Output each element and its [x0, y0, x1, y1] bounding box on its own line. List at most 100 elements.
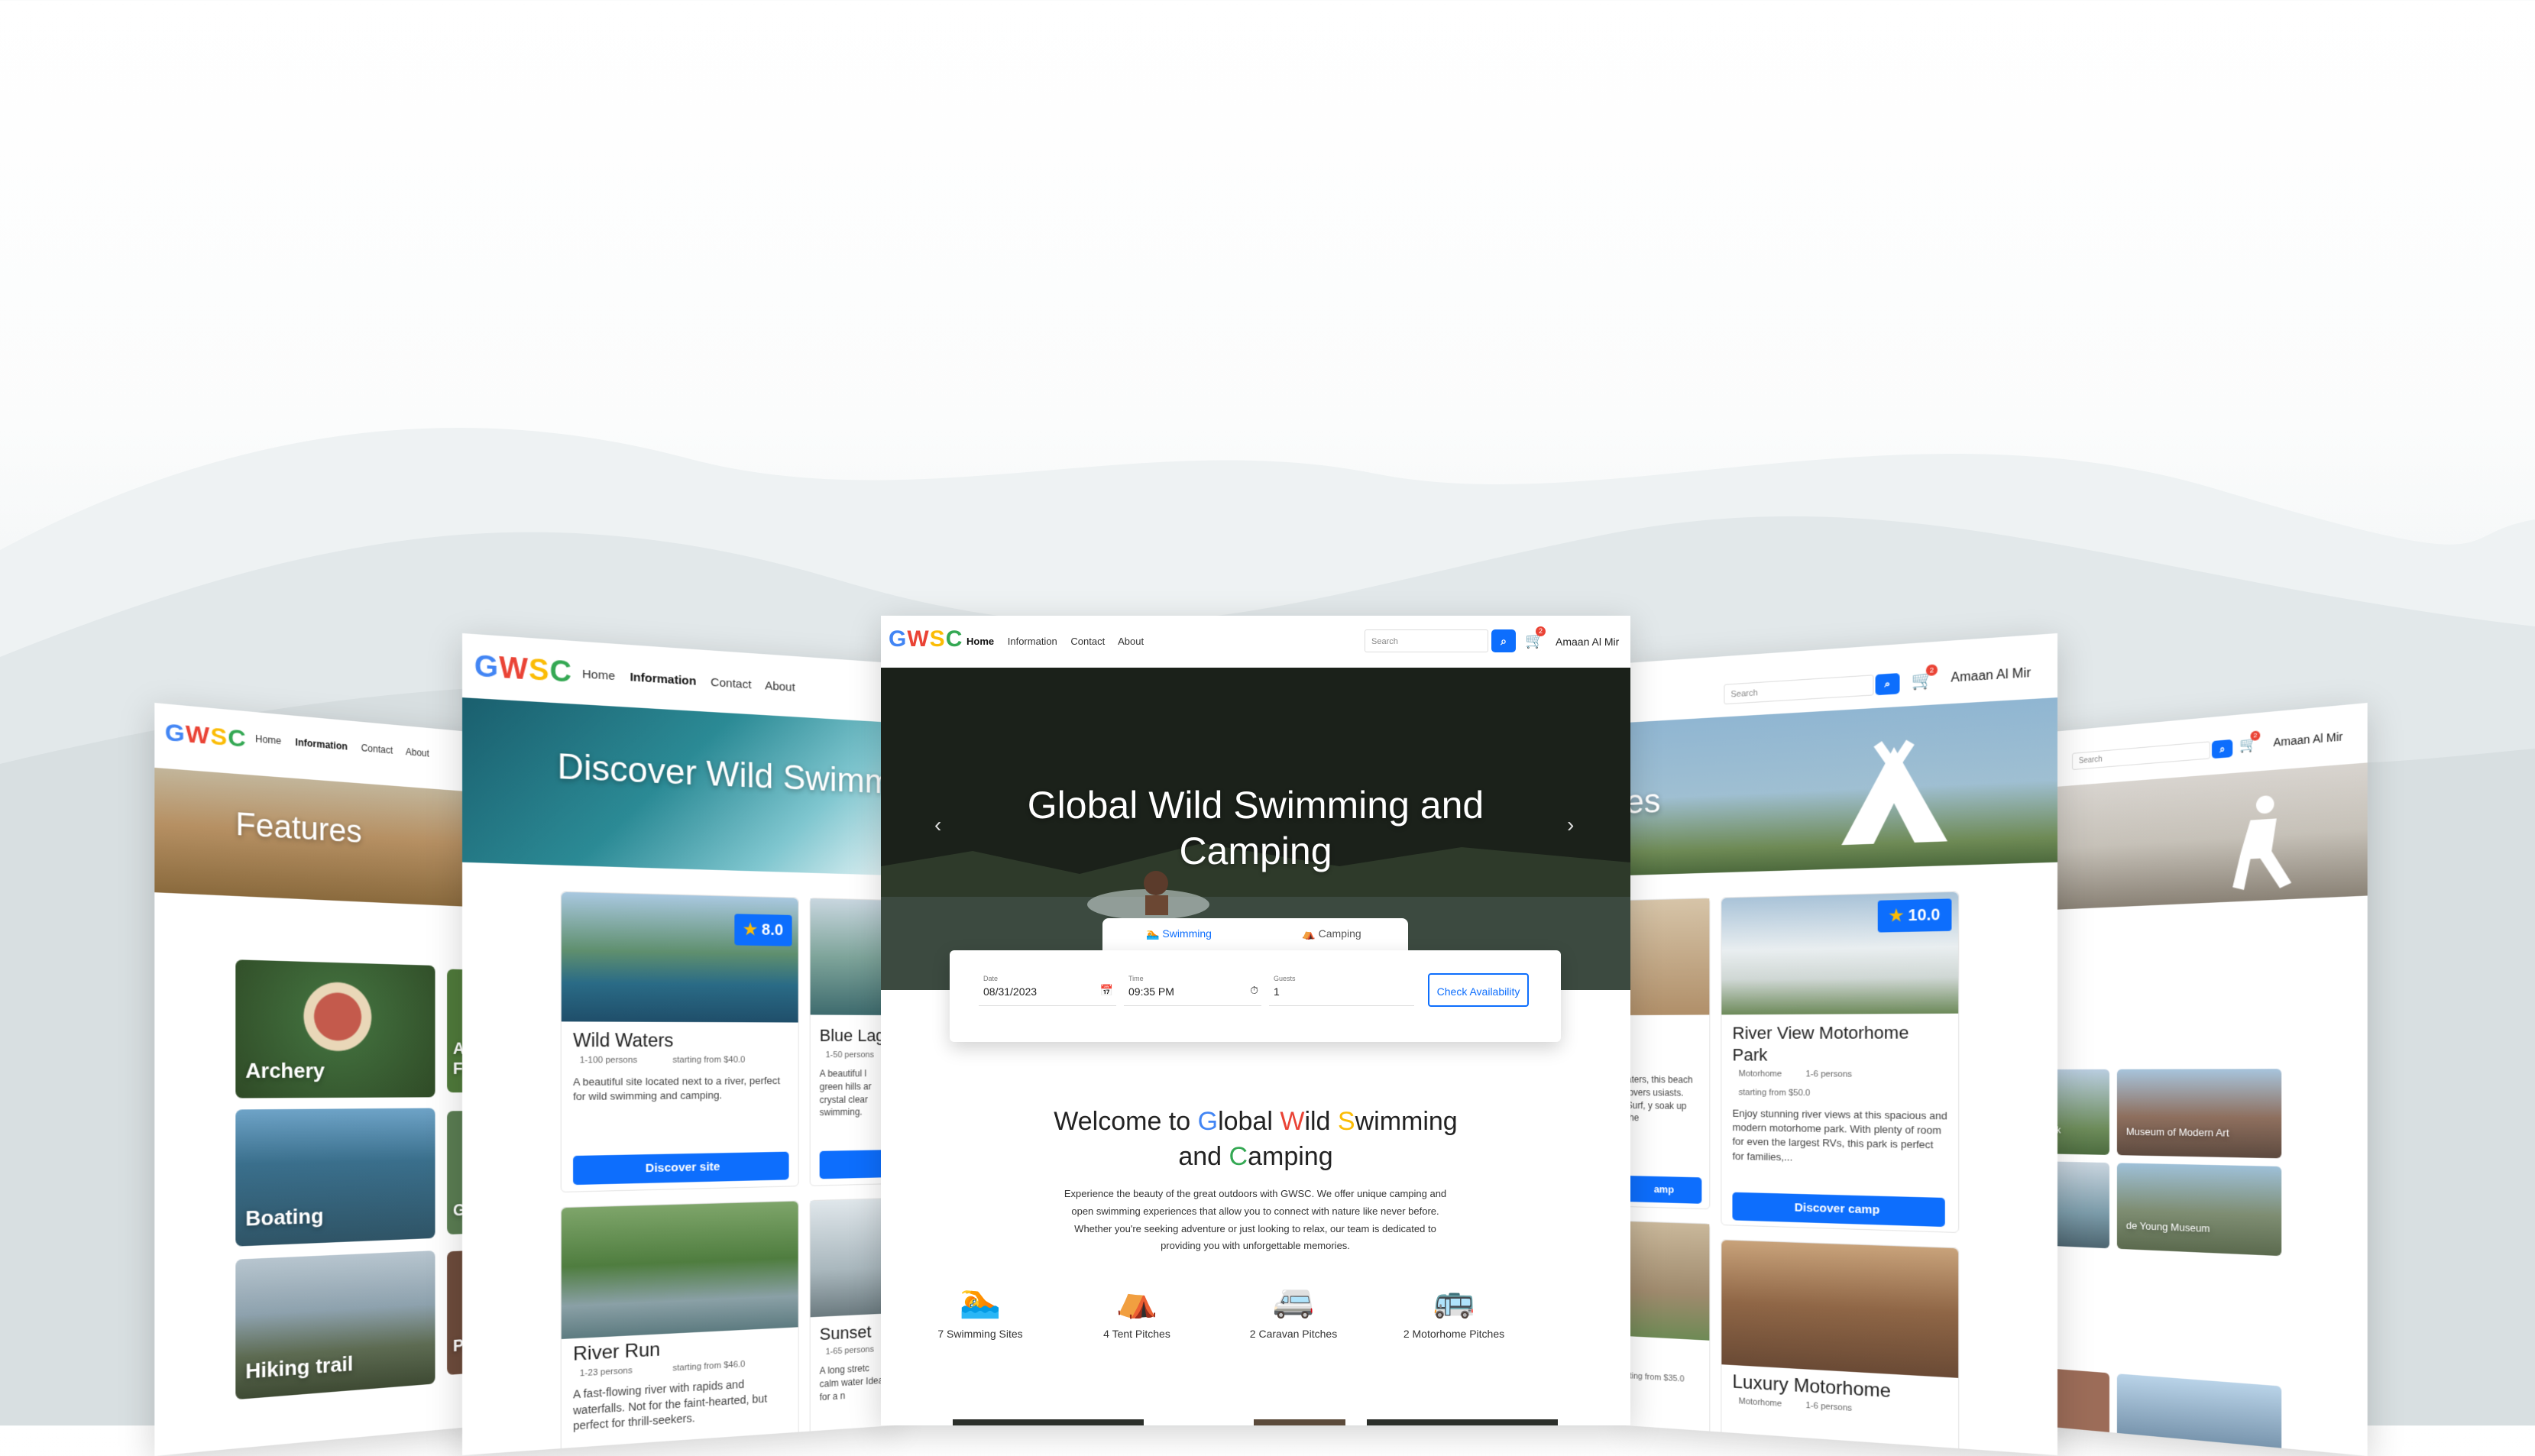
main-nav: Home Information Contact About	[255, 733, 439, 760]
camp-type: Motorhome	[1738, 1069, 1782, 1079]
bottom-image-strip	[953, 1419, 1144, 1425]
swimmer-icon: 🏊	[959, 1282, 1002, 1319]
nav-about[interactable]: About	[406, 746, 429, 759]
calendar-icon[interactable]: 📅	[1100, 984, 1113, 997]
camp-card-partial[interactable]: aters, this beach lovers usiasts. Surf, …	[1626, 898, 1711, 1210]
site-title: Wild Waters	[573, 1029, 674, 1051]
main-nav: Home Information Contact About	[966, 636, 1154, 647]
camp-card-river-view[interactable]: ★ 10.0 River View Motorhome Park Motorho…	[1721, 891, 1960, 1234]
nav-about[interactable]: About	[765, 679, 795, 694]
camp-card-luxury-motorhome[interactable]: Luxury Motorhome Motorhome 1-6 persons	[1721, 1239, 1960, 1456]
camp-price: rting from $35.0	[1626, 1371, 1685, 1384]
user-name[interactable]: Amaan Al Mir	[2273, 730, 2342, 749]
swimming-hero-image: Discover Wild Swimm	[462, 697, 894, 875]
logo[interactable]: GWSC	[474, 649, 572, 689]
camp-image	[1626, 1221, 1710, 1341]
discover-site-button[interactable]: Discover site	[573, 1151, 789, 1186]
star-icon: ★	[743, 921, 758, 939]
tab-swimming[interactable]: 🏊 Swimming	[1102, 918, 1255, 954]
hero-partial-title: es	[1626, 781, 1661, 821]
search-placeholder: Search	[1730, 688, 1758, 700]
nav-home[interactable]: Home	[255, 733, 281, 747]
nav-information[interactable]: Information	[1008, 636, 1057, 647]
discover-camp-button[interactable]: Discover camp	[1732, 1192, 1945, 1228]
amenity-swimming: 🏊 7 Swimming Sites	[904, 1280, 1057, 1340]
nav-home[interactable]: Home	[966, 636, 994, 647]
feature-tile-archery[interactable]: Archery	[235, 959, 435, 1098]
camp-price: starting from $50.0	[1738, 1088, 1811, 1098]
camp-description: aters, this beach lovers usiasts. Surf, …	[1626, 1074, 1693, 1124]
nav-information[interactable]: Information	[630, 671, 697, 688]
site-description: A long stretc calm water Ideal for a n	[819, 1362, 885, 1403]
user-name[interactable]: Amaan Al Mir	[1556, 636, 1619, 648]
swimmer-icon: 🏊	[1146, 927, 1160, 940]
time-field[interactable]: Time 09:35 PM ⏱	[1124, 972, 1261, 1006]
attractions-page-mockup: Search ⌕ 🛒 2 Amaan Al Mir e Park Museum …	[2035, 703, 2368, 1456]
search-input[interactable]: Search	[1724, 675, 1874, 705]
site-description: A beautiful l green hills ar crystal cle…	[819, 1068, 872, 1118]
bottom-image-strip	[1254, 1419, 1345, 1425]
attraction-tile-de-young[interactable]: de Young Museum	[2116, 1163, 2282, 1257]
cart-count-badge: 2	[1536, 626, 1546, 636]
nav-about[interactable]: About	[1118, 636, 1144, 647]
cart-count-badge: 2	[2250, 730, 2261, 742]
camp-persons: 1-6 persons	[1805, 1069, 1853, 1079]
search-icon: ⌕	[2219, 743, 2226, 756]
clock-icon[interactable]: ⏱	[1250, 984, 1258, 997]
bottom-image-strip	[1367, 1419, 1558, 1425]
tile-label: Archery	[245, 1058, 325, 1083]
search-input[interactable]: Search	[1365, 629, 1488, 652]
main-nav: Home Information Contact About	[582, 668, 806, 695]
camp-card-partial[interactable]: rting from $35.0	[1626, 1220, 1711, 1456]
site-persons: 1-65 persons	[825, 1344, 874, 1357]
search-button[interactable]: ⌕	[2211, 739, 2233, 759]
logo[interactable]: GWSC	[165, 719, 247, 754]
camp-title: River View Motorhome Park	[1732, 1022, 1909, 1065]
feature-tile-hiking[interactable]: Hiking trail	[235, 1251, 435, 1400]
availability-form: Date 08/31/2023 📅 Time 09:35 PM ⏱ Guests…	[950, 950, 1561, 1042]
search-button[interactable]: ⌕	[1875, 673, 1900, 696]
site-card-river-run[interactable]: River Run 1-23 persons starting from $46…	[560, 1200, 799, 1456]
features-page-mockup: GWSC Home Information Contact About Feat…	[154, 703, 487, 1456]
user-name[interactable]: Amaan Al Mir	[1951, 666, 2031, 686]
discover-camp-button[interactable]: amp	[1626, 1176, 1702, 1204]
home-page-mockup: GWSC Home Information Contact About Sear…	[881, 616, 1630, 1425]
attraction-tile-museum-modern-art[interactable]: Museum of Modern Art	[2116, 1069, 2282, 1159]
site-title: Blue Lag	[819, 1025, 885, 1046]
features-title: Features	[235, 806, 362, 850]
camp-image	[1626, 898, 1710, 1016]
welcome-heading: Welcome to Global Wild Swimming and Camp…	[1054, 1107, 1458, 1171]
features-hero-image: Features	[154, 767, 487, 908]
site-card-wild-waters[interactable]: ★ 8.0 Wild Waters 1-100 persons starting…	[560, 891, 799, 1193]
search-input[interactable]: Search	[2072, 741, 2210, 771]
guests-field[interactable]: Guests 1	[1269, 972, 1414, 1006]
nav-contact[interactable]: Contact	[361, 743, 393, 756]
logo[interactable]: GWSC	[889, 626, 963, 652]
search-button[interactable]: ⌕	[1491, 629, 1516, 652]
nav-contact[interactable]: Contact	[711, 675, 751, 691]
date-field[interactable]: Date 08/31/2023 📅	[979, 972, 1116, 1006]
tile-label: Museum of Modern Art	[2125, 1125, 2229, 1139]
cart-count-badge: 2	[1925, 664, 1938, 677]
camp-persons: 1-6 persons	[1805, 1400, 1853, 1414]
search-icon: ⌕	[1884, 678, 1891, 691]
site-description: A fast-flowing river with rapids and wat…	[573, 1377, 768, 1433]
attraction-tile-partial[interactable]	[2116, 1373, 2282, 1456]
nav-contact[interactable]: Contact	[1070, 636, 1105, 647]
camp-type: Motorhome	[1738, 1396, 1782, 1409]
feature-tile-boating[interactable]: Boating	[235, 1108, 435, 1247]
tile-label: Boating	[245, 1203, 324, 1231]
hero-title: Global Wild Swimming and Camping	[881, 782, 1630, 874]
rating-badge: ★ 10.0	[1877, 898, 1952, 933]
tab-camping[interactable]: ⛺ Camping	[1255, 918, 1408, 952]
tile-label: Hiking trail	[245, 1351, 354, 1383]
site-description: A beautiful site located next to a river…	[573, 1074, 781, 1103]
check-availability-button[interactable]: Check Availability	[1428, 973, 1529, 1007]
nav-home[interactable]: Home	[582, 668, 615, 684]
site-price: starting from $46.0	[672, 1359, 746, 1373]
discover-title: Discover Wild Swimm	[557, 746, 892, 801]
camping-page-mockup: Search ⌕ 🛒 2 Amaan Al Mir es aters, this…	[1626, 633, 2057, 1456]
search-icon: ⌕	[1501, 635, 1507, 647]
accessibility-hero-image	[2035, 762, 2368, 911]
nav-information[interactable]: Information	[296, 736, 348, 752]
